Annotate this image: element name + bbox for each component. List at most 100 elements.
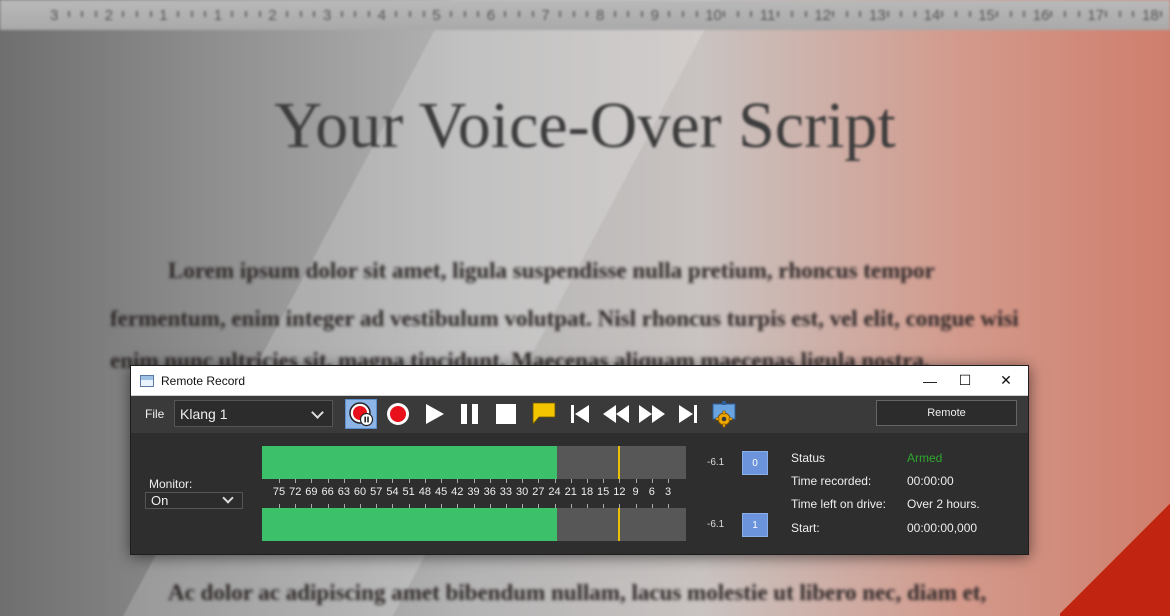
scale-tick <box>343 479 345 483</box>
ruler-tick <box>408 11 411 17</box>
play-button[interactable] <box>418 399 450 429</box>
level-meter-fill <box>262 446 558 479</box>
scale-label: 69 <box>305 486 318 498</box>
monitor-label: Monitor: <box>149 477 193 491</box>
scale-label: 39 <box>467 486 480 498</box>
scale-tick <box>554 479 556 483</box>
time-left-value: Over 2 hours. <box>907 497 980 511</box>
scale-label: 57 <box>370 486 383 498</box>
maximize-button[interactable]: ☐ <box>945 366 985 395</box>
scale-label: 54 <box>386 486 399 498</box>
ruler-tick <box>245 11 248 17</box>
meter-panel: Monitor: On 75 72 69 66 63 60 57 54 51 48 45 42 39 36… <box>131 433 1028 554</box>
ruler-number: 13 <box>869 7 886 24</box>
ruler-tick <box>832 11 835 17</box>
file-menu[interactable]: File <box>145 407 164 421</box>
ruler-number: 7 <box>541 7 550 24</box>
ruler-number: 16 <box>1032 7 1050 24</box>
record-button[interactable] <box>382 399 414 429</box>
scale-tick <box>279 479 280 483</box>
document-line: Ac dolor ac adipiscing amet bibendum nul… <box>168 580 987 605</box>
scale-label: 42 <box>451 486 464 498</box>
rewind-button[interactable] <box>600 399 632 429</box>
window-titlebar[interactable]: Remote Record — ☐ ✕ <box>131 366 1028 396</box>
track-select[interactable]: Klang 1 <box>174 400 333 427</box>
close-button[interactable]: ✕ <box>986 366 1026 395</box>
ruler-tick <box>913 11 916 17</box>
ruler-tick <box>1118 11 1121 17</box>
ruler-number: 4 <box>377 7 386 24</box>
scale-label: 27 <box>532 486 545 498</box>
ruler-tick <box>422 11 425 17</box>
ruler-tick <box>791 11 794 17</box>
scale-tick <box>457 479 459 483</box>
go-to-end-button[interactable] <box>672 399 704 429</box>
ruler-tick <box>627 11 630 17</box>
record-pause-button[interactable] <box>345 399 377 429</box>
minimize-button[interactable]: — <box>910 366 950 395</box>
ruler-tick <box>736 11 739 17</box>
ruler-number: 3 <box>323 7 332 24</box>
ruler-tick <box>586 11 589 17</box>
ruler-tick <box>722 11 725 17</box>
ruler-tick <box>190 11 193 17</box>
decorative-red-corner <box>1060 500 1170 616</box>
ruler-tick <box>463 11 466 17</box>
ruler-tick <box>995 11 998 17</box>
scale-tick <box>635 479 637 483</box>
chevron-down-icon <box>311 406 324 419</box>
pause-button[interactable] <box>454 399 486 429</box>
scale-label: 33 <box>499 486 513 498</box>
ruler-tick <box>845 11 848 17</box>
ruler-tick <box>81 11 84 17</box>
ruler-tick <box>258 11 261 17</box>
scale-tick <box>570 479 572 483</box>
scale-label: 15 <box>597 486 610 498</box>
settings-button[interactable] <box>708 399 740 429</box>
ruler-number: 2 <box>268 7 277 24</box>
ruler-tick <box>395 11 398 17</box>
ruler-number: 17 <box>1087 7 1105 24</box>
start-time-value: 00:00:00,000 <box>907 521 978 535</box>
level-meter-channel-1 <box>262 508 686 541</box>
ruler-tick <box>941 11 944 17</box>
scale-label: 63 <box>337 486 350 498</box>
scale-label: 75 <box>272 486 286 498</box>
status-value: Armed <box>907 451 943 465</box>
time-recorded-value: 00:00:00 <box>907 474 954 488</box>
monitor-select-value: On <box>151 493 169 508</box>
remote-button[interactable]: Remote <box>876 400 1017 426</box>
ruler-number: 1 <box>213 7 223 24</box>
ruler-tick <box>968 11 971 17</box>
ruler-tick <box>286 11 289 17</box>
scale-tick <box>651 479 653 483</box>
scale-label: 60 <box>353 486 367 498</box>
ruler-tick <box>954 11 957 17</box>
channel-0-button[interactable]: 0 <box>742 451 768 475</box>
scale-label: 21 <box>564 486 577 498</box>
ruler-tick <box>640 11 643 17</box>
scale-tick <box>295 479 297 483</box>
go-to-start-button[interactable] <box>564 399 596 429</box>
scale-tick <box>441 479 443 483</box>
scale-tick <box>489 479 491 483</box>
ruler-tick <box>340 11 343 17</box>
ruler-number: 14 <box>923 7 941 24</box>
play-icon <box>426 404 444 424</box>
record-pause-icon <box>349 402 374 427</box>
stop-button[interactable] <box>490 399 522 429</box>
monitor-select[interactable]: On <box>145 492 243 509</box>
ruler-number: 1 <box>159 7 168 24</box>
document-title: Your Voice-Over Script <box>274 89 896 162</box>
ruler-tick <box>1023 11 1026 17</box>
ruler-tick <box>531 11 534 17</box>
ruler-tick <box>1050 11 1053 17</box>
ruler-tick <box>900 11 903 17</box>
scale-tick <box>522 479 524 483</box>
fast-forward-button[interactable] <box>636 399 668 429</box>
marker-button[interactable] <box>528 399 560 429</box>
marker-flag-icon <box>532 402 556 426</box>
document-ruler: 3 2 1 1 2 3 4 5 6 7 8 9 10 11 12 13 14 15 16 17 18 <box>0 0 1170 30</box>
channel-1-button[interactable]: 1 <box>742 513 768 537</box>
scale-tick <box>327 479 329 483</box>
